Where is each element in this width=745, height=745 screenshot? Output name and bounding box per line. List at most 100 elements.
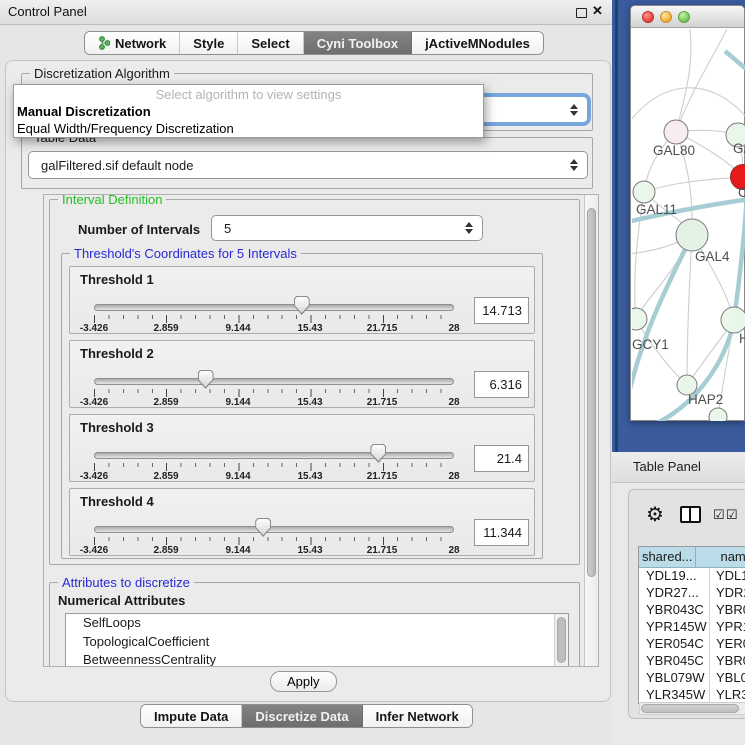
slider-track[interactable] [94,304,454,311]
column-layout-icon[interactable] [680,506,701,523]
table-data-combobox[interactable]: galFiltered.sif default node [28,151,588,179]
tab-discretize-data[interactable]: Discretize Data [242,705,362,727]
network-window-titlebar[interactable] [631,6,744,28]
cell-shared-name[interactable]: YDR27... [639,585,710,602]
algorithm-option[interactable]: Equal Width/Frequency Discretization [14,120,483,137]
algorithm-popup-prompt[interactable]: Select algorithm to view settings [14,85,483,103]
cell-shared-name[interactable]: YDL19... [639,568,710,585]
cell-name[interactable]: YDR2 [710,585,745,602]
network-canvas[interactable]: GAL80GACGAL11GAL4GCY1HHAP2 [632,29,745,421]
cell-shared-name[interactable]: YPR145W [639,619,710,636]
list-scrollbar[interactable] [554,614,568,666]
network-node[interactable] [709,408,727,421]
cell-shared-name[interactable]: YBR043C [639,602,710,619]
threshold-label: Threshold 1 [80,272,154,287]
network-edge [632,88,745,124]
slider-track[interactable] [94,378,454,385]
cell-shared-name[interactable]: YER054C [639,636,710,653]
tab-style[interactable]: Style [180,32,238,54]
gear-icon[interactable]: ⚙ [646,502,664,527]
attribute-list-item[interactable]: TopologicalCoefficient [66,633,568,652]
list-scrollbar-thumb[interactable] [557,617,566,663]
cell-name[interactable]: YBR0 [710,602,745,619]
cell-name[interactable]: YPR1 [710,619,745,636]
combo-arrows-icon [570,103,578,117]
attribute-list-item[interactable]: BetweennessCentrality [66,651,568,667]
numerical-attributes-list[interactable]: SelfLoopsTopologicalCoefficientBetweenne… [65,613,569,667]
top-tab-bar: Network Style SelectCyni ToolboxjActiveMNo… [84,31,544,55]
cell-shared-name[interactable]: YBR045C [639,653,710,670]
cell-name[interactable]: YBL0 [710,670,745,687]
network-edge [676,29,691,132]
threshold-value-field[interactable]: 14.713 [474,297,529,324]
table-header-row[interactable]: shared... name [639,547,745,568]
tick-label: 28 [448,471,459,482]
settings-scrollbar-thumb[interactable] [587,208,596,577]
threshold-value-field[interactable]: 11.344 [474,519,529,546]
table-row[interactable]: YPR145WYPR1 [639,619,745,636]
threshold-value-field[interactable]: 21.4 [474,445,529,472]
settings-vertical-scrollbar[interactable] [584,195,598,666]
attribute-list-item[interactable]: SelfLoops [66,614,568,633]
tab-select[interactable]: Select [238,32,303,54]
network-node[interactable] [633,181,655,203]
network-node[interactable] [676,219,708,251]
cell-name[interactable]: YBR0 [710,653,745,670]
minimize-traffic-light-icon[interactable] [660,11,672,23]
table-row[interactable]: YDL19...YDL1 [639,568,745,585]
cyni-toolbox-panel: Discretization Algorithm Table Data galF… [5,60,611,702]
table-panel-titlebar: Table Panel [612,452,745,483]
cell-name[interactable]: YER0 [710,636,745,653]
num-intervals-label: Number of Intervals [78,222,200,237]
table-row[interactable]: YBR043CYBR0 [639,602,745,619]
slider-thumb[interactable] [294,296,310,315]
table-row[interactable]: YER054CYER0 [639,636,745,653]
algorithm-popup-options: Manual DiscretizationEqual Width/Frequen… [14,103,483,137]
tab-infer-network[interactable]: Infer Network [363,705,472,727]
checkbox-icon[interactable]: ☑ [726,507,738,523]
table-horizontal-scrollbar[interactable] [639,702,745,715]
network-edge [636,319,687,385]
network-node[interactable] [721,307,745,333]
close-traffic-light-icon[interactable] [642,11,654,23]
table-row[interactable]: YBL079WYBL0 [639,670,745,687]
close-icon[interactable]: ✕ [592,3,603,19]
slider-thumb[interactable] [198,370,214,389]
slider-track[interactable] [94,526,454,533]
apply-button[interactable]: Apply [270,671,337,692]
tab-cyni-toolbox[interactable]: Cyni Toolbox [304,32,412,54]
algorithm-option[interactable]: Manual Discretization [14,103,483,120]
table-row[interactable]: YBR045CYBR0 [639,653,745,670]
cell-name[interactable]: YDL1 [710,568,745,585]
tab-label: Style [193,36,224,51]
table-hscrollbar-thumb[interactable] [641,704,739,713]
num-intervals-combobox[interactable]: 5 [211,215,483,241]
column-header-name[interactable]: name [696,547,745,567]
threshold-panel: Threshold 4 -3.4262.8599.14415.4321.7152… [69,488,535,556]
tick-label: -3.426 [80,323,108,334]
float-icon[interactable] [576,8,587,18]
slider-thumb[interactable] [370,444,386,463]
threshold-value-field[interactable]: 6.316 [474,371,529,398]
tab-network[interactable]: Network [85,32,180,54]
network-node-label: H [739,331,745,346]
tick-label: 28 [448,397,459,408]
tab-impute-data[interactable]: Impute Data [141,705,242,727]
checkbox-icon[interactable]: ☑ [713,507,725,523]
network-node[interactable] [664,120,688,144]
slider-track[interactable] [94,452,454,459]
tick-label: 15.43 [297,545,322,556]
zoom-traffic-light-icon[interactable] [678,11,690,23]
threshold-panel: Threshold 3 -3.4262.8599.14415.4321.7152… [69,414,535,482]
network-edge [734,197,745,320]
network-node-label: GAL80 [653,143,695,158]
slider-major-ticks [94,315,455,323]
network-icon [98,36,110,50]
network-node[interactable] [632,308,647,330]
column-header-shared-name[interactable]: shared... [639,547,696,567]
table-row[interactable]: YDR27...YDR2 [639,585,745,602]
tab-jactivemnodules[interactable]: jActiveMNodules [412,32,543,54]
cell-shared-name[interactable]: YBL079W [639,670,710,687]
node-attribute-table[interactable]: shared... name YDL19...YDL1YDR27...YDR2Y… [638,546,745,704]
slider-thumb[interactable] [255,518,271,537]
